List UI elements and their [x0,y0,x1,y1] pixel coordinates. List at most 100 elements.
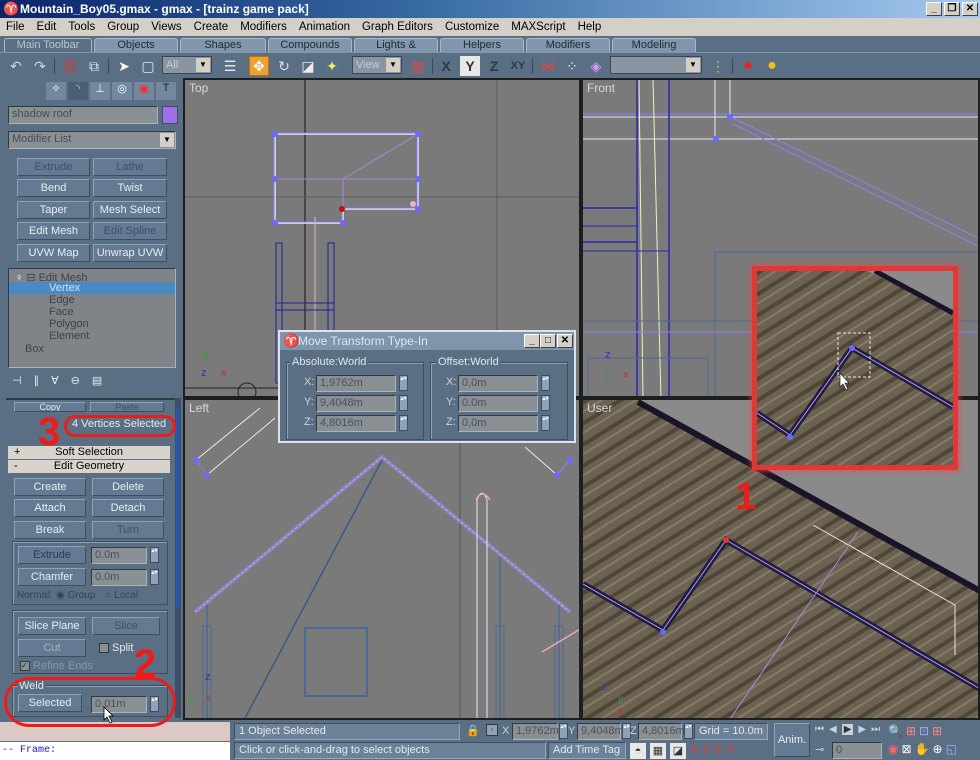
chamfer-button[interactable]: Chamfer [18,568,86,586]
selected-vertex[interactable] [339,206,345,212]
offset-x-input[interactable]: 0,0m [458,375,538,392]
zoom-icon[interactable]: 🔍 [888,724,903,738]
stack-item-element[interactable]: Element [49,330,89,342]
vertex[interactable] [272,220,278,226]
vertex[interactable] [787,434,793,440]
select-and-link-icon[interactable]: ⛓ [60,56,80,76]
vertex[interactable] [340,220,346,226]
restore-button[interactable]: ❐ [944,2,960,16]
chamfer-amount-input[interactable]: 0.0m [91,569,147,586]
hierarchy-tab-icon[interactable]: ⊥ [90,82,110,100]
mesh-select-modifier-button[interactable]: Mesh Select [93,201,167,219]
turn-button[interactable]: Turn [92,521,164,539]
dialog-maximize-button[interactable]: □ [540,334,556,348]
menu-tools[interactable]: Tools [62,21,101,33]
group-radio[interactable]: ◉ Group [56,590,95,601]
viewport-label-top[interactable]: Top [189,81,208,95]
select-and-rotate-icon[interactable]: ↻ [274,56,294,76]
zoom-extents-all-icon[interactable]: ⊞ [932,724,942,738]
vertex[interactable] [554,472,560,478]
menu-edit[interactable]: Edit [31,21,63,33]
utilities-tab-icon[interactable]: T [156,82,176,100]
display-tab-icon[interactable]: ▣ [134,82,154,100]
edit-mesh-modifier-button[interactable]: Edit Mesh [17,222,90,240]
undo-icon[interactable]: ↶ [6,56,26,76]
unwrap-uvw-modifier-button[interactable]: Unwrap UVW [93,244,167,262]
remove-modifier-icon[interactable]: ⊖ [71,374,80,388]
selection-lock-icon[interactable]: 🔒 [466,724,480,737]
dialog-minimize-button[interactable]: _ [524,334,540,348]
status-z-spinner[interactable]: ▴▾ [684,723,693,739]
slice-button[interactable]: Slice [92,617,160,635]
vertex[interactable] [660,629,666,635]
absolute-y-input[interactable]: 9,4048m [316,395,396,412]
uvw-map-modifier-button[interactable]: UVW Map [17,244,90,262]
create-tab-icon[interactable]: ✧ [46,82,66,100]
close-button[interactable]: ✕ [962,2,978,16]
reference-coordinate-dropdown[interactable]: View ▼ [352,56,402,74]
menu-create[interactable]: Create [188,21,235,33]
absolute-y-spinner[interactable]: ▴▾ [399,395,408,411]
use-center-icon[interactable]: ▥ [408,56,428,76]
viewport-label-user[interactable]: User [587,401,612,415]
previous-frame-icon[interactable]: ◀ [829,724,837,735]
status-x-input[interactable]: 1,9762m [512,723,559,740]
menu-modifiers[interactable]: Modifiers [234,21,293,33]
viewport-left[interactable]: z y x Left [183,398,581,720]
tab-compounds[interactable]: Compounds [268,38,352,52]
split-checkbox[interactable]: Split [99,642,133,654]
show-end-result-icon[interactable]: ∥ [34,374,40,388]
cut-button[interactable]: Cut [18,639,86,657]
extrude-amount-input[interactable]: 0.0m [91,547,147,564]
vertex[interactable] [727,114,733,120]
render-scene-icon[interactable]: ● [738,56,758,76]
tab-modifiers[interactable]: Modifiers [526,38,610,52]
offset-x-spinner[interactable]: ▴▾ [541,375,550,391]
field-of-view-icon[interactable]: ◉ [888,742,898,756]
arc-rotate-icon[interactable]: ⊕ [933,742,943,756]
current-frame-input[interactable]: 0 [832,742,882,759]
bend-modifier-button[interactable]: Bend [17,179,90,197]
edit-geometry-rollout[interactable]: - Edit Geometry [8,460,170,473]
angle-snap-icon[interactable]: ⚲ [702,743,710,759]
offset-y-input[interactable]: 0.0m [458,395,538,412]
make-unique-icon[interactable]: ∀ [51,374,59,388]
viewport-label-front[interactable]: Front [587,81,615,95]
tab-lights-cameras[interactable]: Lights & Cameras [354,38,438,64]
create-button[interactable]: Create [14,478,86,496]
extrude-button[interactable]: Extrude [18,546,86,564]
configure-modifier-sets-icon[interactable]: ▤ [92,374,102,388]
select-object-icon[interactable]: ➤ [114,56,134,76]
spinner-snap-icon[interactable]: ⚲ [726,743,734,759]
offset-z-input[interactable]: 0,0m [458,415,538,432]
vertex[interactable] [272,131,278,137]
taper-modifier-button[interactable]: Taper [17,201,90,219]
attach-button[interactable]: Attach [14,499,86,517]
menu-graph-editors[interactable]: Graph Editors [356,21,439,33]
object-name-input[interactable]: shadow roof [8,106,158,124]
array-icon[interactable]: ⁘ [562,56,582,76]
menu-animation[interactable]: Animation [293,21,356,33]
add-time-tag-button[interactable]: Add Time Tag [548,742,626,759]
soft-selection-rollout[interactable]: + Soft Selection [8,446,170,459]
percent-snap-icon[interactable]: ⚲ [714,743,722,759]
anim-toggle-button[interactable]: Anim. [774,723,810,757]
scrollbar-thumb[interactable] [176,408,180,608]
key-mode-icon[interactable]: ⊸ [815,743,824,756]
zoom-all-icon[interactable]: ⊞ [906,724,916,738]
min-max-toggle-icon[interactable]: ◱ [946,742,957,756]
extrude-spinner[interactable]: ▴▾ [150,547,159,563]
viewport-label-left[interactable]: Left [189,401,209,415]
tab-objects[interactable]: Objects [94,38,178,52]
play-icon[interactable]: ▶ [841,724,854,735]
stack-item-vertex[interactable]: Vertex [9,282,175,294]
menu-help[interactable]: Help [572,21,608,33]
command-panel-scrollbar[interactable] [175,398,181,718]
modifier-list-dropdown[interactable]: Modifier List ▼ [8,131,176,149]
status-x-spinner[interactable]: ▴▾ [559,723,568,739]
window-selection-icon[interactable]: ◪ [670,743,686,759]
mirror-icon[interactable]: ⋈ [538,56,558,76]
delete-button[interactable]: Delete [92,478,164,496]
chamfer-spinner[interactable]: ▴▾ [150,569,159,585]
offset-z-spinner[interactable]: ▴▾ [541,415,550,431]
